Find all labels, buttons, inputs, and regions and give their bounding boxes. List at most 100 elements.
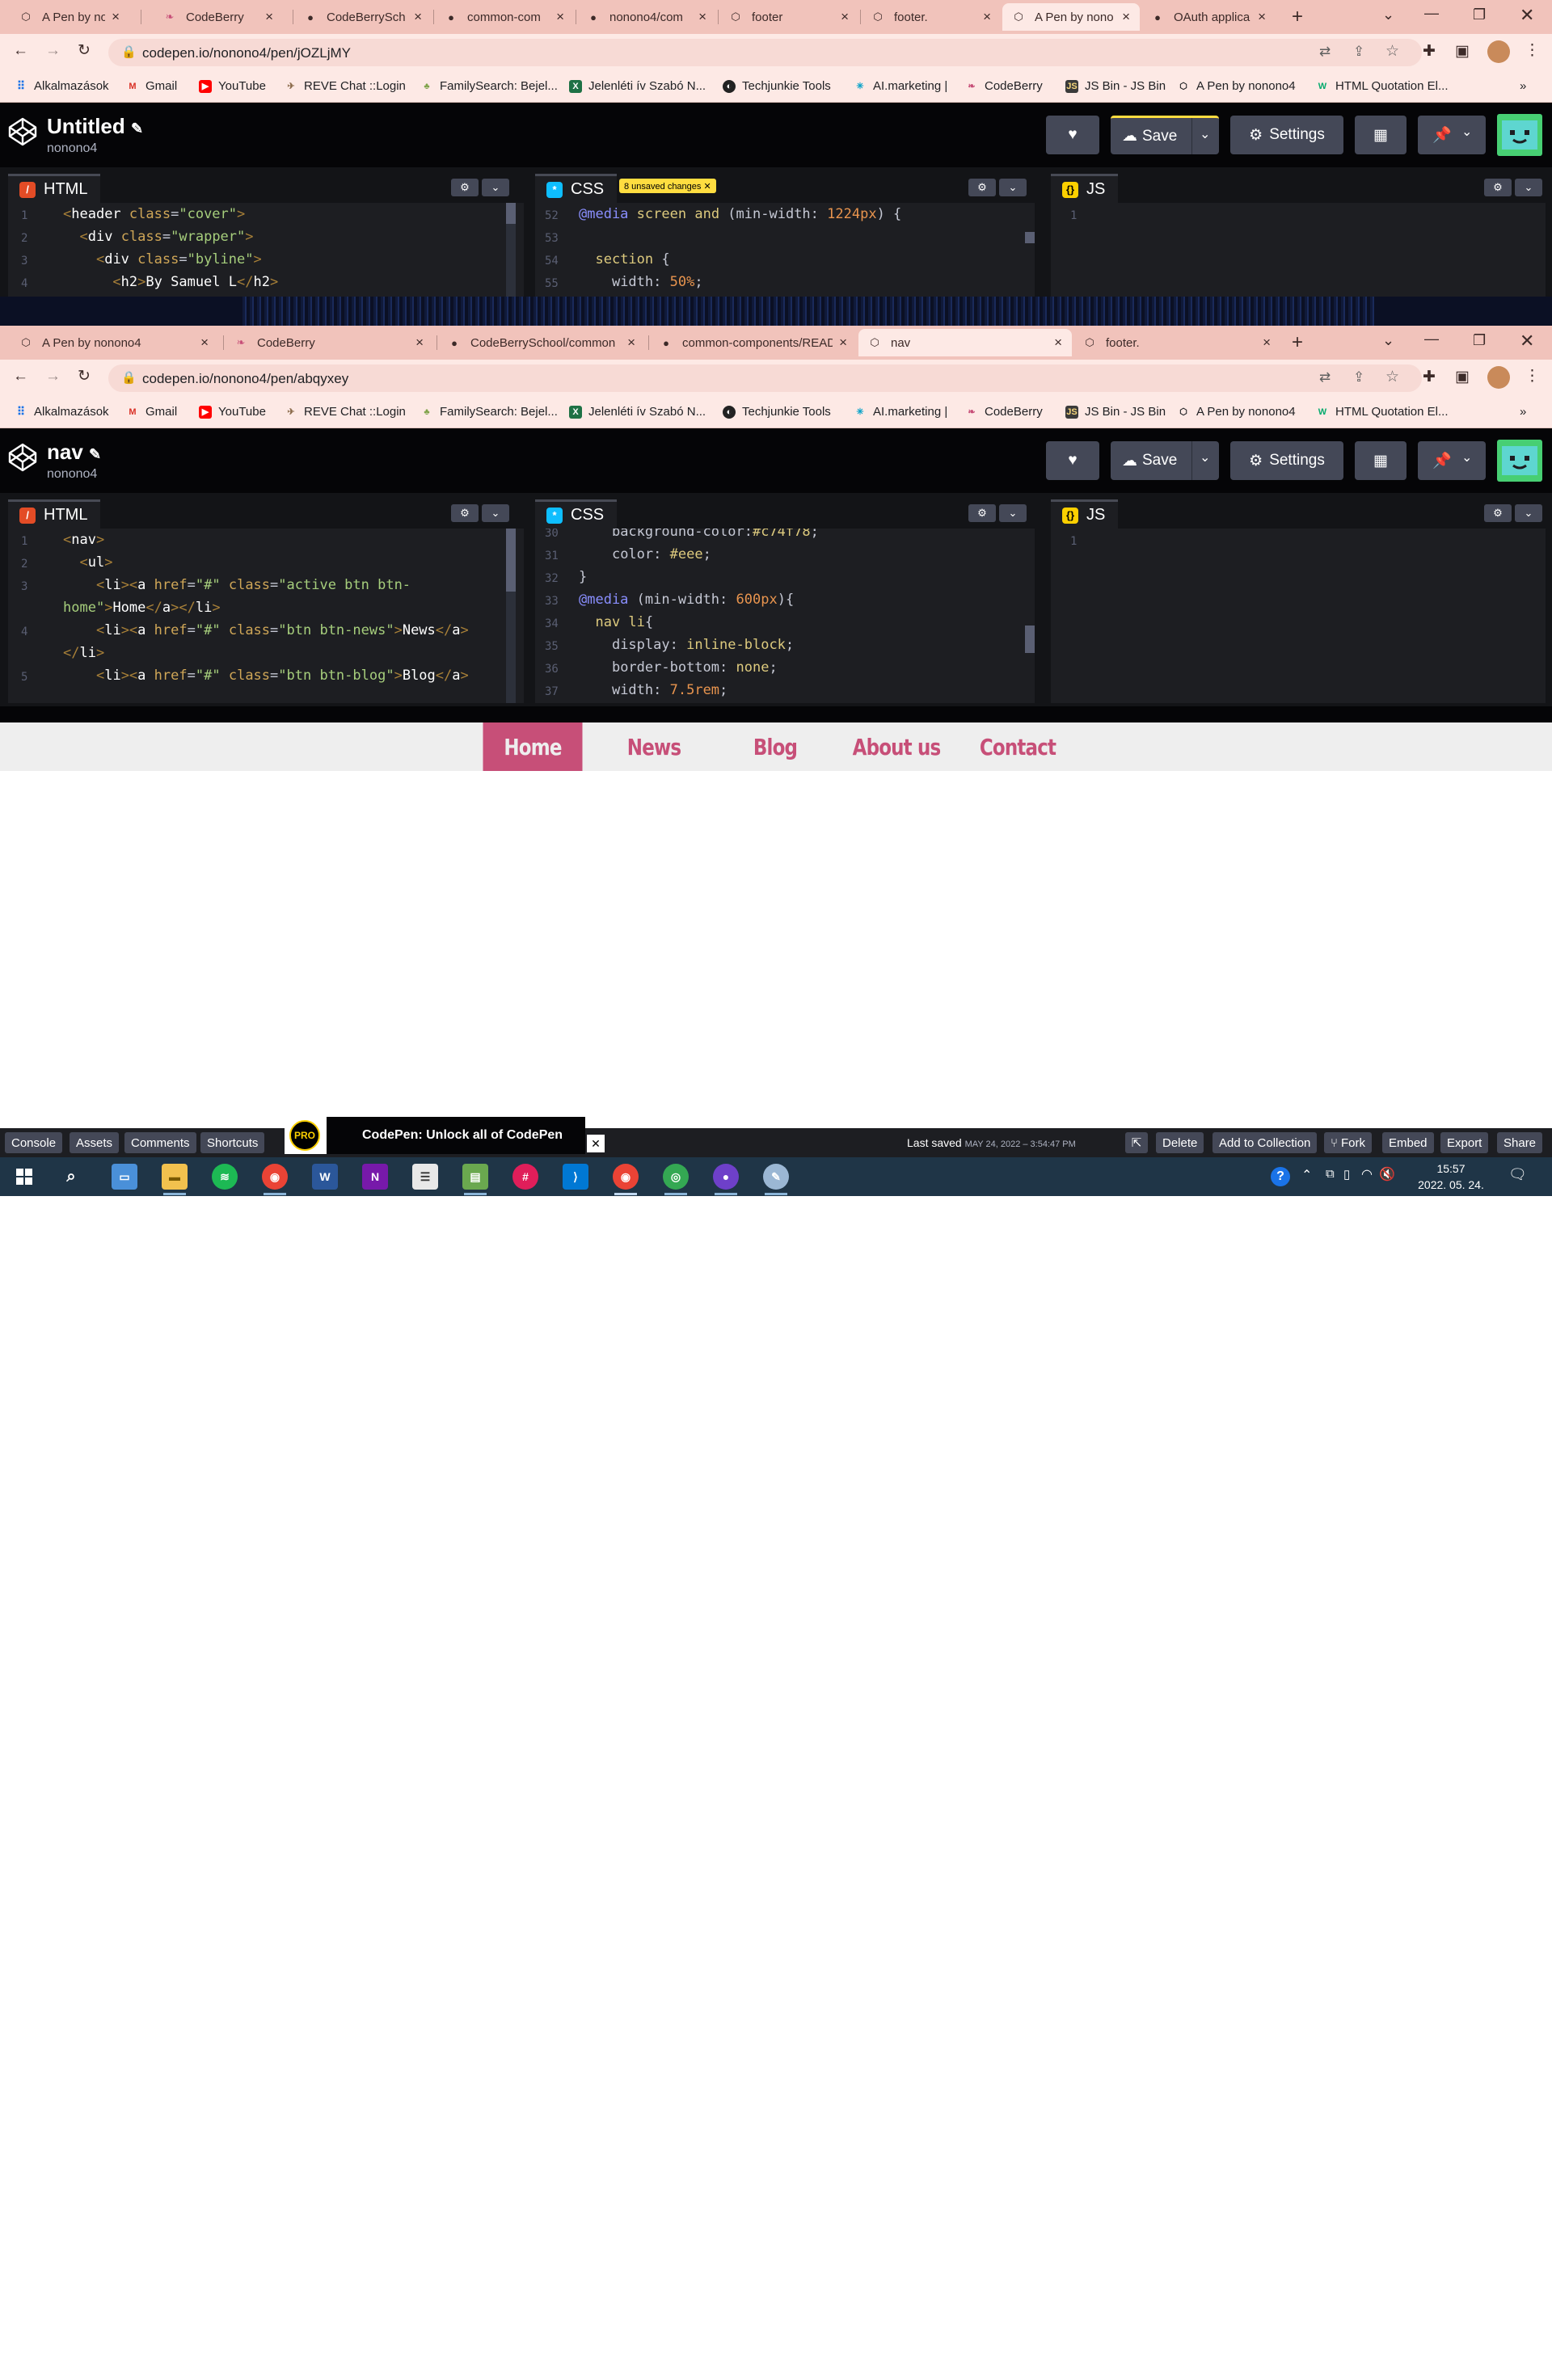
pin-button[interactable]: 📌 ⌄ (1418, 116, 1486, 154)
spreadsheet-icon[interactable]: ▤ (462, 1164, 488, 1190)
tab-html[interactable]: / HTML (8, 174, 101, 203)
embed-button[interactable]: Embed (1382, 1132, 1434, 1153)
bookmark-ai-marketing[interactable]: ✳ AI.marketing | (854, 405, 947, 419)
notes-app-icon[interactable]: ☰ (412, 1164, 438, 1190)
bookmark-jsbin[interactable]: JS JS Bin - JS Bin (1065, 79, 1166, 93)
battery-icon[interactable]: ▯ (1343, 1167, 1350, 1182)
chevron-down-icon[interactable]: ⌄ (1200, 449, 1210, 465)
user-avatar[interactable] (1497, 440, 1542, 482)
slack-icon[interactable]: # (512, 1164, 538, 1190)
editor-settings-icon[interactable]: ⚙ (451, 504, 479, 522)
address-bar[interactable]: 🔒 codepen.io/nonono4/pen/abqyxey ⇄ ⇪ ☆ (108, 364, 1422, 392)
tab-html[interactable]: / HTML (8, 499, 101, 529)
chevron-down-icon[interactable]: ⌄ (999, 504, 1027, 522)
editor-settings-icon[interactable]: ⚙ (1484, 504, 1512, 522)
close-tab-icon[interactable]: × (1258, 9, 1266, 25)
share-button[interactable]: Share (1497, 1132, 1543, 1153)
bookmark-gmail[interactable]: M Gmail (126, 79, 177, 93)
pen-owner[interactable]: nonono4 (47, 141, 97, 156)
browser-tab[interactable]: ● CodeBerrySch × (294, 3, 432, 31)
browser-tab[interactable]: ⬡A Pen by nono× (10, 3, 129, 31)
close-tab-icon[interactable]: × (415, 335, 424, 351)
close-tab-icon[interactable]: × (983, 9, 991, 25)
chevron-down-icon[interactable]: ⌄ (999, 179, 1027, 196)
translate-icon[interactable]: ⇄ (1319, 369, 1331, 385)
chevron-down-icon[interactable]: ⌄ (482, 179, 509, 196)
menu-icon[interactable]: ⋮ (1525, 367, 1540, 385)
pen-title[interactable]: Untitled ✎ (47, 114, 143, 139)
shortcuts-button[interactable]: Shortcuts (200, 1132, 265, 1153)
start-icon[interactable] (11, 1164, 37, 1190)
scrollbar[interactable] (506, 529, 516, 703)
html-editor[interactable]: / HTML ⚙ ⌄ 1 <header class="cover"> 2 <di… (8, 167, 524, 297)
bookmark-w3schools[interactable]: W HTML Quotation El... (1316, 79, 1449, 93)
forward-icon[interactable]: → (45, 42, 61, 60)
extensions-icon[interactable]: ✚ (1423, 368, 1436, 386)
bookmark-w3schools[interactable]: W HTML Quotation El... (1316, 405, 1449, 419)
fork-button[interactable]: ⑂ Fork (1324, 1132, 1373, 1153)
bookmark-codeberry[interactable]: ❧ CodeBerry (965, 79, 1042, 93)
side-panel-icon[interactable]: ▣ (1455, 368, 1470, 386)
wifi-icon[interactable]: ◠ (1361, 1166, 1373, 1182)
js-editor[interactable]: {} JS ⚙ ⌄ 1 (1051, 167, 1546, 297)
bookmark-reve[interactable]: ✈ REVE Chat ::Login (285, 405, 406, 419)
layout-button[interactable]: ▦ (1355, 116, 1406, 154)
browser-tab-active[interactable]: ⬡ A Pen by nono × (1002, 3, 1140, 31)
spotify-icon[interactable]: ≋ (212, 1164, 238, 1190)
clock[interactable]: 15:57 2022. 05. 24. (1406, 1161, 1495, 1193)
browser-tab[interactable]: ● OAuth applica × (1141, 3, 1276, 31)
chevron-down-icon[interactable]: ⌄ (1515, 504, 1542, 522)
css-editor[interactable]: * CSS ⚙ ⌄ 30 background-color:#c74f78; 31… (535, 493, 1035, 703)
translate-icon[interactable]: ⇄ (1319, 44, 1331, 60)
add-to-collection-button[interactable]: Add to Collection (1212, 1132, 1318, 1153)
browser-tab[interactable]: ❧ CodeBerry × (154, 3, 283, 31)
pen-title[interactable]: nav ✎ (47, 440, 101, 465)
close-tab-icon[interactable]: × (414, 9, 422, 25)
chevron-down-icon[interactable]: ⌄ (1515, 179, 1542, 196)
browser-tab[interactable]: ● common-components/READ × (650, 329, 857, 356)
bookmark-reve[interactable]: ✈ REVE Chat ::Login (285, 79, 406, 93)
pin-button[interactable]: 📌 ⌄ (1418, 441, 1486, 480)
tab-css[interactable]: * CSS (535, 174, 618, 203)
new-tab-button[interactable]: + (1292, 6, 1303, 28)
github-desktop-icon[interactable]: ● (713, 1164, 739, 1190)
tab-css[interactable]: * CSS (535, 499, 618, 529)
nav-home-button[interactable]: Home (483, 722, 583, 771)
bookmark-techjunkie[interactable]: ◐ Techjunkie Tools (723, 405, 831, 419)
tab-search-icon[interactable]: ⌄ (1382, 6, 1394, 23)
extensions-icon[interactable]: ✚ (1423, 42, 1436, 61)
file-explorer-icon[interactable]: ▬ (162, 1164, 188, 1190)
address-bar[interactable]: 🔒 codepen.io/nonono4/pen/jOZLjMY ⇄ ⇪ ☆ (108, 39, 1422, 66)
bookmark-apps[interactable]: ⠿ Alkalmazások (15, 79, 109, 93)
close-window-icon[interactable]: ✕ (1520, 331, 1534, 352)
resize-bar[interactable] (0, 706, 1552, 722)
pen-owner[interactable]: nonono4 (47, 467, 97, 482)
pro-promo[interactable]: PRO CodePen: Unlock all of CodePen (285, 1117, 585, 1154)
tab-js[interactable]: {} JS (1051, 174, 1119, 203)
browser-tab[interactable]: ● common-com × (435, 3, 574, 31)
editor-settings-icon[interactable]: ⚙ (968, 504, 996, 522)
close-tab-icon[interactable]: × (112, 9, 120, 25)
bookmark-excel[interactable]: X Jelenléti ív Szabó N... (569, 79, 706, 93)
side-panel-icon[interactable]: ▣ (1455, 42, 1470, 61)
tab-js[interactable]: {} JS (1051, 499, 1119, 529)
chevron-down-icon[interactable]: ⌄ (1200, 126, 1210, 142)
close-tab-icon[interactable]: × (839, 335, 847, 351)
new-tab-button[interactable]: + (1292, 331, 1303, 354)
chrome-icon[interactable]: ◉ (262, 1164, 288, 1190)
pencil-icon[interactable]: ✎ (131, 120, 143, 137)
back-icon[interactable]: ← (13, 368, 28, 385)
nav-contact-button[interactable]: Contact (968, 722, 1068, 771)
settings-button[interactable]: ⚙ Settings (1230, 441, 1343, 480)
browser-tab[interactable]: ● nonono4/com × (577, 3, 716, 31)
html-editor[interactable]: / HTML ⚙ ⌄ 1 <nav> 2 <ul> 3 <li><a href="… (8, 493, 524, 703)
browser-tab[interactable]: ⬡ footer × (719, 3, 858, 31)
codepen-logo-icon[interactable] (6, 441, 39, 474)
editor-settings-icon[interactable]: ⚙ (451, 179, 479, 196)
close-tab-icon[interactable]: × (627, 335, 635, 351)
layout-button[interactable]: ▦ (1355, 441, 1406, 480)
notifications-icon[interactable]: 🗨 (1508, 1166, 1527, 1183)
open-external-icon[interactable]: ⇱ (1125, 1132, 1148, 1153)
codepen-logo-icon[interactable] (6, 116, 39, 148)
bookmark-star-icon[interactable]: ☆ (1385, 42, 1399, 61)
